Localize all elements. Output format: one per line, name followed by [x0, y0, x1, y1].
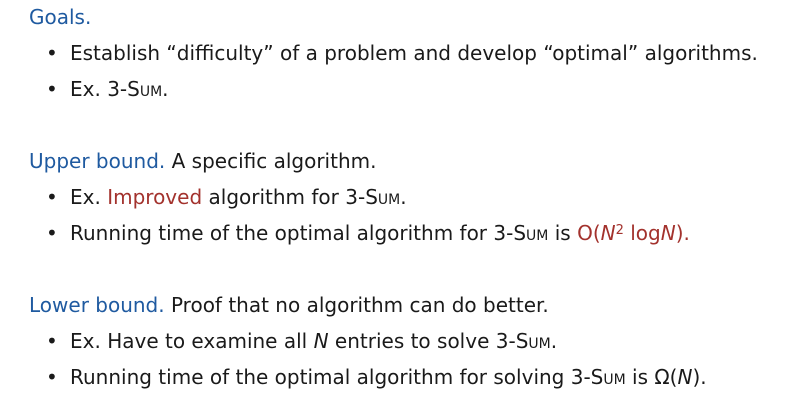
upper-bound-heading: Upper bound. A specific algorithm.	[29, 148, 376, 174]
goals-bullet-2-text: Ex. 3-Sum.	[70, 77, 169, 101]
sum-smallcaps: Sum	[513, 221, 549, 245]
sum-smallcaps: Sum	[590, 365, 626, 389]
lower-bullet-1: • Ex. Have to examine all N entries to so…	[46, 328, 557, 354]
upper-bullet-1: • Ex. Improved algorithm for 3-Sum.	[46, 184, 407, 210]
improved-link-text: Improved	[107, 185, 203, 209]
goals-term: Goals.	[29, 5, 92, 29]
lower-bullet-2-pre: Running time of the optimal algorithm fo…	[70, 365, 678, 389]
goals-heading: Goals.	[29, 4, 91, 30]
lower-bound-term: Lower bound.	[29, 293, 165, 317]
slide: Goals. • Establish “difficulty” of a prob…	[0, 0, 810, 403]
complexity-log-n: N	[660, 221, 676, 245]
complexity-log: log	[623, 221, 661, 245]
upper-bound-term: Upper bound.	[29, 149, 166, 173]
bullet-marker: •	[46, 77, 58, 101]
lower-bullet-2-n: N	[677, 365, 693, 389]
lower-bullet-2: • Running time of the optimal algorithm f…	[46, 364, 707, 390]
upper-bullet-1-post: algorithm for 3-Sum.	[208, 185, 407, 209]
upper-bullet-2: • Running time of the optimal algorithm f…	[46, 220, 690, 246]
complexity-exponent: 2	[615, 223, 624, 239]
bullet-marker: •	[46, 365, 58, 389]
sum-smallcaps: Sum	[365, 185, 401, 209]
complexity-n: N	[600, 221, 616, 245]
lower-bullet-1-post: entries to solve 3-Sum.	[334, 329, 558, 353]
upper-complexity: O(N2 logN).	[577, 221, 690, 245]
goals-bullet-1-text: Establish “difficulty” of a problem and …	[70, 41, 758, 65]
upper-bullet-1-pre: Ex.	[70, 185, 101, 209]
sum-smallcaps: Sum	[127, 77, 163, 101]
upper-bound-text: A specific algorithm.	[171, 149, 377, 173]
goals-bullet-1: • Establish “difficulty” of a problem and…	[46, 40, 758, 66]
lower-bullet-1-n: N	[313, 329, 329, 353]
sum-smallcaps: Sum	[515, 329, 551, 353]
complexity-close: ).	[675, 221, 690, 245]
lower-bound-text: Proof that no algorithm can do better.	[170, 293, 549, 317]
lower-bound-heading: Lower bound. Proof that no algorithm can…	[29, 292, 549, 318]
complexity-open: O(	[577, 221, 601, 245]
upper-bullet-2-pre: Running time of the optimal algorithm fo…	[70, 221, 571, 245]
goals-bullet-2: • Ex. 3-Sum.	[46, 76, 169, 102]
bullet-marker: •	[46, 185, 58, 209]
bullet-marker: •	[46, 329, 58, 353]
bullet-marker: •	[46, 41, 58, 65]
lower-bullet-2-post: ).	[692, 365, 707, 389]
lower-bullet-1-pre: Ex. Have to examine all	[70, 329, 308, 353]
bullet-marker: •	[46, 221, 58, 245]
